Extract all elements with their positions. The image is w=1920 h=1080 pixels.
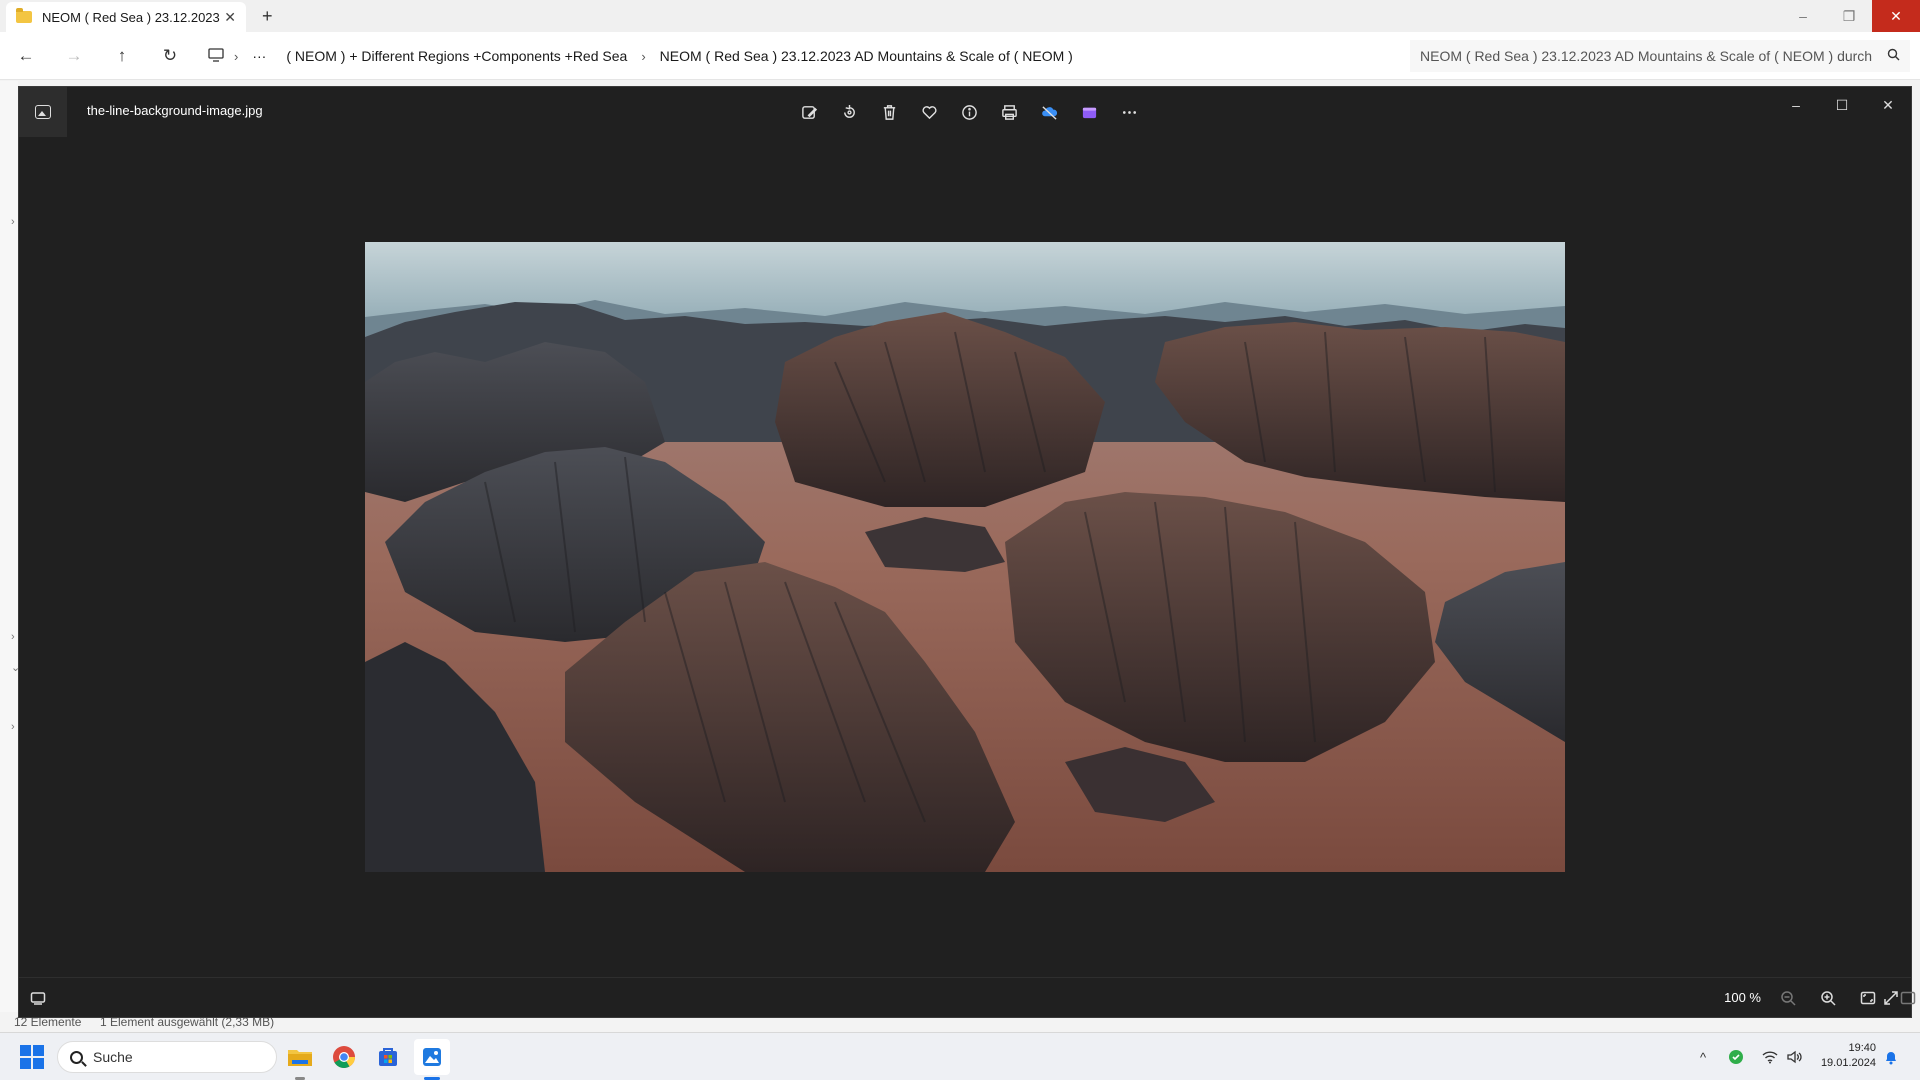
security-icon[interactable] — [1728, 1033, 1744, 1080]
favorite-button[interactable] — [914, 98, 944, 126]
taskbar-search-text: Suche — [93, 1049, 133, 1065]
fit-icon — [1860, 991, 1876, 1005]
gallery-icon[interactable] — [19, 87, 67, 137]
printer-icon — [1001, 104, 1017, 120]
breadcrumb-item-current[interactable]: NEOM ( Red Sea ) 23.12.2023 AD Mountains… — [650, 48, 1083, 64]
chrome-icon — [333, 1046, 355, 1068]
delete-button[interactable] — [874, 98, 904, 126]
file-explorer-app[interactable] — [282, 1039, 318, 1075]
zoom-out-icon — [1781, 991, 1796, 1006]
filmstrip-button[interactable] — [25, 986, 51, 1010]
zoom-out-button[interactable] — [1775, 986, 1801, 1010]
chrome-app[interactable] — [326, 1039, 362, 1075]
expand-icon — [1884, 991, 1898, 1005]
zoom-level[interactable]: 100 % — [1724, 990, 1761, 1005]
viewer-maximize-button[interactable]: ☐ — [1819, 87, 1865, 123]
maximize-button[interactable]: ❐ — [1826, 0, 1872, 32]
edit-image-button[interactable] — [794, 98, 824, 126]
explorer-tab-bar: NEOM ( Red Sea ) 23.12.2023 ✕ + – ❐ ✕ — [0, 0, 1920, 32]
start-button[interactable] — [20, 1045, 44, 1069]
explorer-search-input[interactable]: NEOM ( Red Sea ) 23.12.2023 AD Mountains… — [1410, 40, 1910, 72]
print-button[interactable] — [994, 98, 1024, 126]
search-icon[interactable] — [1887, 48, 1900, 64]
breadcrumb-overflow[interactable]: ··· — [242, 48, 276, 64]
zoom-in-icon — [1821, 991, 1836, 1006]
onedrive-icon — [1041, 105, 1057, 120]
edit-icon — [801, 105, 817, 119]
clipchamp-button[interactable] — [1074, 98, 1104, 126]
rotate-button[interactable] — [834, 98, 864, 126]
computer-icon[interactable] — [202, 47, 230, 65]
show-hidden-icons-button[interactable]: ^ — [1700, 1033, 1706, 1080]
photo-viewer-window: the-line-background-image.jpg – ☐ ✕ 100 … — [18, 86, 1916, 1018]
chevron-right-icon: › — [641, 48, 646, 64]
info-icon — [961, 104, 977, 120]
microsoft-store-icon — [379, 1048, 397, 1066]
search-icon — [70, 1050, 83, 1064]
heart-icon — [921, 105, 937, 119]
trash-icon — [883, 104, 895, 120]
store-app[interactable] — [370, 1039, 406, 1075]
clock-date: 19.01.2024 — [1820, 1057, 1876, 1069]
file-name: the-line-background-image.jpg — [87, 103, 263, 118]
photos-icon — [423, 1048, 441, 1066]
filmstrip-icon — [30, 992, 46, 1005]
photos-app[interactable] — [414, 1039, 450, 1075]
chevron-right-icon[interactable]: › — [11, 721, 15, 733]
displayed-photo[interactable] — [365, 242, 1565, 872]
rotate-icon — [843, 104, 855, 118]
viewer-bottom-bar: 100 % — [19, 977, 1916, 1017]
chevron-right-icon[interactable]: › — [11, 631, 15, 643]
tab-title: NEOM ( Red Sea ) 23.12.2023 — [42, 9, 220, 25]
viewer-close-button[interactable]: ✕ — [1865, 87, 1911, 123]
up-button[interactable]: ↑ — [110, 44, 134, 68]
taskbar: Suche ^ 19:40 19.01.2024 — [0, 1032, 1920, 1080]
minimize-button[interactable]: – — [1780, 0, 1826, 32]
folder-icon — [16, 8, 32, 23]
fullscreen-button[interactable] — [1878, 986, 1904, 1010]
file-info-button[interactable] — [954, 98, 984, 126]
close-window-button[interactable]: ✕ — [1872, 0, 1920, 32]
forward-button[interactable]: → — [62, 44, 86, 68]
system-clock[interactable]: 19:40 19.01.2024 — [1821, 1041, 1876, 1071]
clock-time: 19:40 — [1848, 1042, 1876, 1054]
back-button[interactable]: ← — [14, 44, 38, 68]
breadcrumb[interactable]: › ··· ( NEOM ) + Different Regions +Comp… — [202, 40, 1400, 72]
notification-bell-icon[interactable] — [1884, 1033, 1898, 1080]
refresh-button[interactable]: ↻ — [158, 44, 182, 68]
volume-icon[interactable] — [1786, 1033, 1802, 1080]
viewer-title-bar: the-line-background-image.jpg – ☐ ✕ — [19, 87, 1911, 137]
taskbar-search-input[interactable]: Suche — [57, 1041, 277, 1073]
explorer-tab[interactable]: NEOM ( Red Sea ) 23.12.2023 ✕ — [6, 2, 246, 32]
viewer-toolbar — [794, 98, 1144, 126]
file-explorer-icon — [288, 1050, 312, 1066]
breadcrumb-item-regions[interactable]: ( NEOM ) + Different Regions +Components… — [276, 48, 637, 64]
tab-close-button[interactable]: ✕ — [224, 9, 236, 26]
wifi-icon[interactable] — [1762, 1033, 1778, 1080]
viewer-minimize-button[interactable]: – — [1773, 87, 1819, 123]
navigation-pane-edge: › › ⌄ › — [0, 81, 20, 1031]
zoom-in-button[interactable] — [1815, 986, 1841, 1010]
more-options-button[interactable] — [1114, 98, 1144, 126]
more-icon — [1122, 110, 1136, 114]
clipchamp-icon — [1082, 107, 1096, 118]
chevron-right-icon: › — [234, 48, 239, 64]
chevron-right-icon[interactable]: › — [11, 216, 15, 228]
desert-mountains-image — [365, 242, 1565, 872]
new-tab-button[interactable]: + — [262, 6, 273, 27]
onedrive-button[interactable] — [1034, 98, 1064, 126]
explorer-search-text: NEOM ( Red Sea ) 23.12.2023 AD Mountains… — [1420, 48, 1873, 64]
address-bar: ← → ↑ ↻ › ··· ( NEOM ) + Different Regio… — [0, 32, 1920, 80]
